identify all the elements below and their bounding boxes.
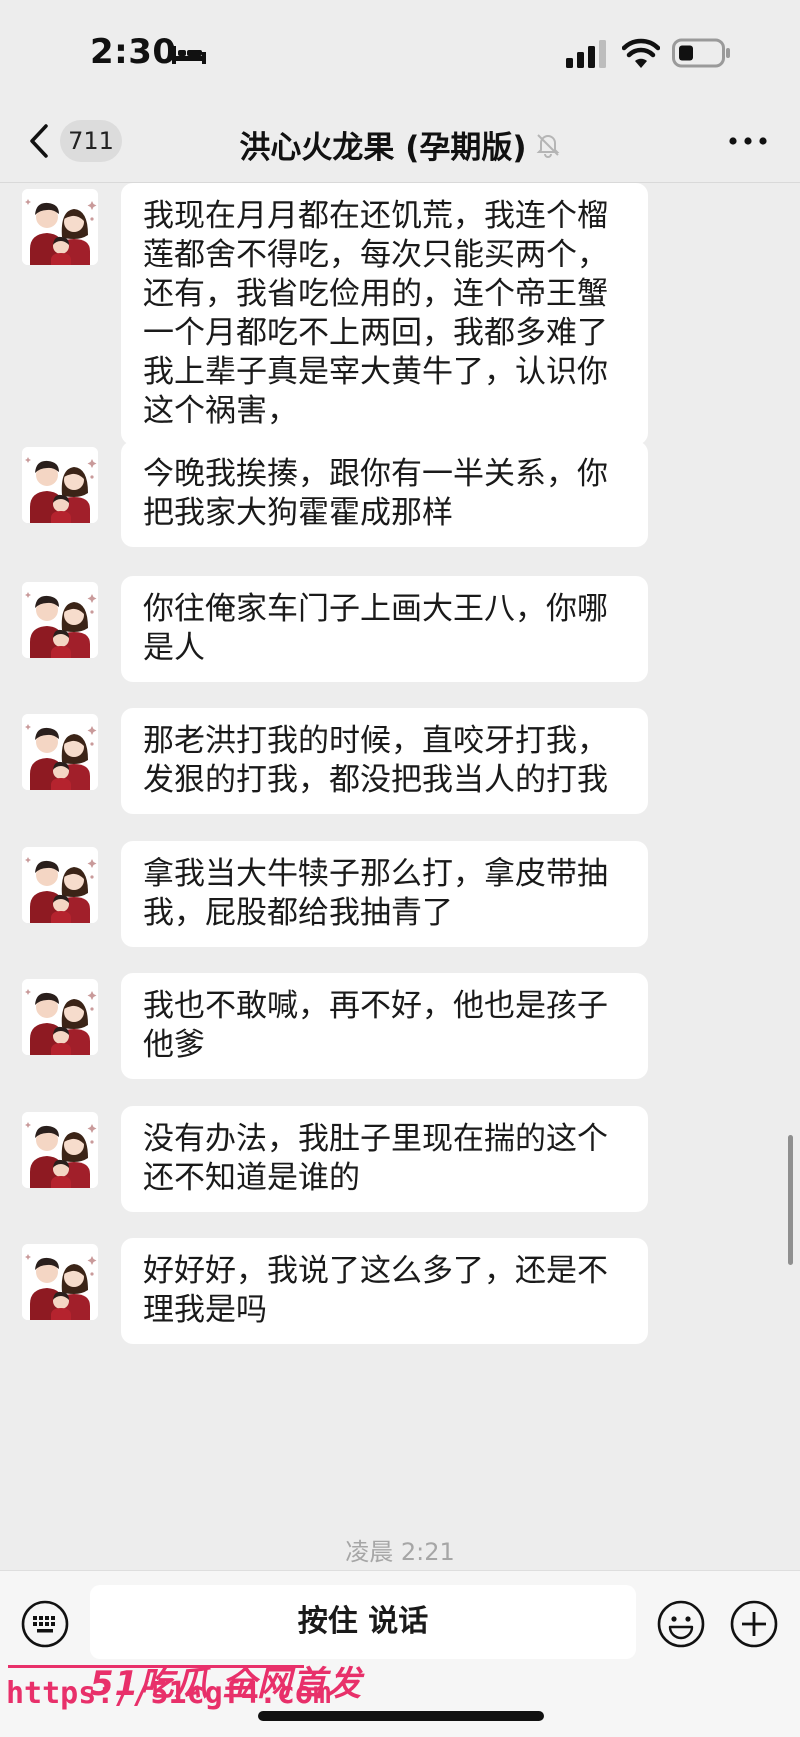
avatar[interactable] [22, 979, 98, 1055]
status-bar: 2:30 [0, 0, 800, 100]
message-bubble[interactable]: 你往俺家车门子上画大王八，你哪是人 [121, 576, 648, 682]
message-bubble[interactable]: 好好好，我说了这么多了，还是不理我是吗 [121, 1238, 648, 1344]
avatar[interactable] [22, 447, 98, 523]
chat-title-wrap: 洪心火龙果 (孕期版) [0, 122, 800, 167]
scroll-indicator[interactable] [788, 1135, 793, 1265]
signal-icon [566, 40, 606, 68]
avatar[interactable] [22, 1112, 98, 1188]
message-timestamp: 凌晨 2:21 [345, 1538, 455, 1566]
bed-icon [172, 46, 206, 64]
avatar[interactable] [22, 1244, 98, 1320]
home-indicator [258, 1711, 544, 1721]
avatar[interactable] [22, 582, 98, 658]
message-bubble[interactable]: 拿我当大牛犊子那么打，拿皮带抽我，屁股都给我抽青了 [121, 841, 648, 947]
ellipsis-icon[interactable] [728, 136, 768, 146]
message-row: 好好好，我说了这么多了，还是不理我是吗 [0, 1238, 800, 1344]
emoji-icon[interactable] [656, 1599, 706, 1649]
watermark-url: https://51cgf4.com [6, 1676, 332, 1711]
keyboard-icon[interactable] [20, 1599, 70, 1649]
avatar[interactable] [22, 714, 98, 790]
bell-muted-icon [536, 133, 559, 158]
message-row: 今晚我挨揍，跟你有一半关系，你把我家大狗霍霍成那样 [0, 441, 800, 547]
message-row: 拿我当大牛犊子那么打，拿皮带抽我，屁股都给我抽青了 [0, 841, 800, 947]
battery-icon [672, 38, 730, 68]
message-row: 那老洪打我的时候，直咬牙打我，发狠的打我，都没把我当人的打我 [0, 708, 800, 814]
message-row: 没有办法，我肚子里现在揣的这个还不知道是谁的 [0, 1106, 800, 1212]
plus-icon[interactable] [729, 1599, 779, 1649]
message-bubble[interactable]: 今晚我挨揍，跟你有一半关系，你把我家大狗霍霍成那样 [121, 441, 648, 547]
avatar[interactable] [22, 189, 98, 265]
chat-header: 711 洪心火龙果 (孕期版) [0, 100, 800, 183]
watermark-underline [8, 1665, 304, 1668]
avatar[interactable] [22, 847, 98, 923]
message-bubble[interactable]: 没有办法，我肚子里现在揣的这个还不知道是谁的 [121, 1106, 648, 1212]
message-bubble[interactable]: 我也不敢喊，再不好，他也是孩子他爹 [121, 973, 648, 1079]
hold-to-talk-button[interactable]: 按住 说话 [90, 1585, 636, 1659]
message-row: 你往俺家车门子上画大王八，你哪是人 [0, 576, 800, 682]
message-row: 我现在月月都在还饥荒，我连个榴莲都舍不得吃，每次只能买两个，还有，我省吃俭用的，… [0, 183, 800, 445]
message-bubble[interactable]: 那老洪打我的时候，直咬牙打我，发狠的打我，都没把我当人的打我 [121, 708, 648, 814]
chat-title[interactable]: 洪心火龙果 (孕期版) [239, 122, 526, 167]
status-time: 2:30 [90, 32, 177, 72]
wifi-icon [622, 38, 660, 68]
message-bubble[interactable]: 我现在月月都在还饥荒，我连个榴莲都舍不得吃，每次只能买两个，还有，我省吃俭用的，… [121, 183, 648, 445]
message-row: 我也不敢喊，再不好，他也是孩子他爹 [0, 973, 800, 1079]
